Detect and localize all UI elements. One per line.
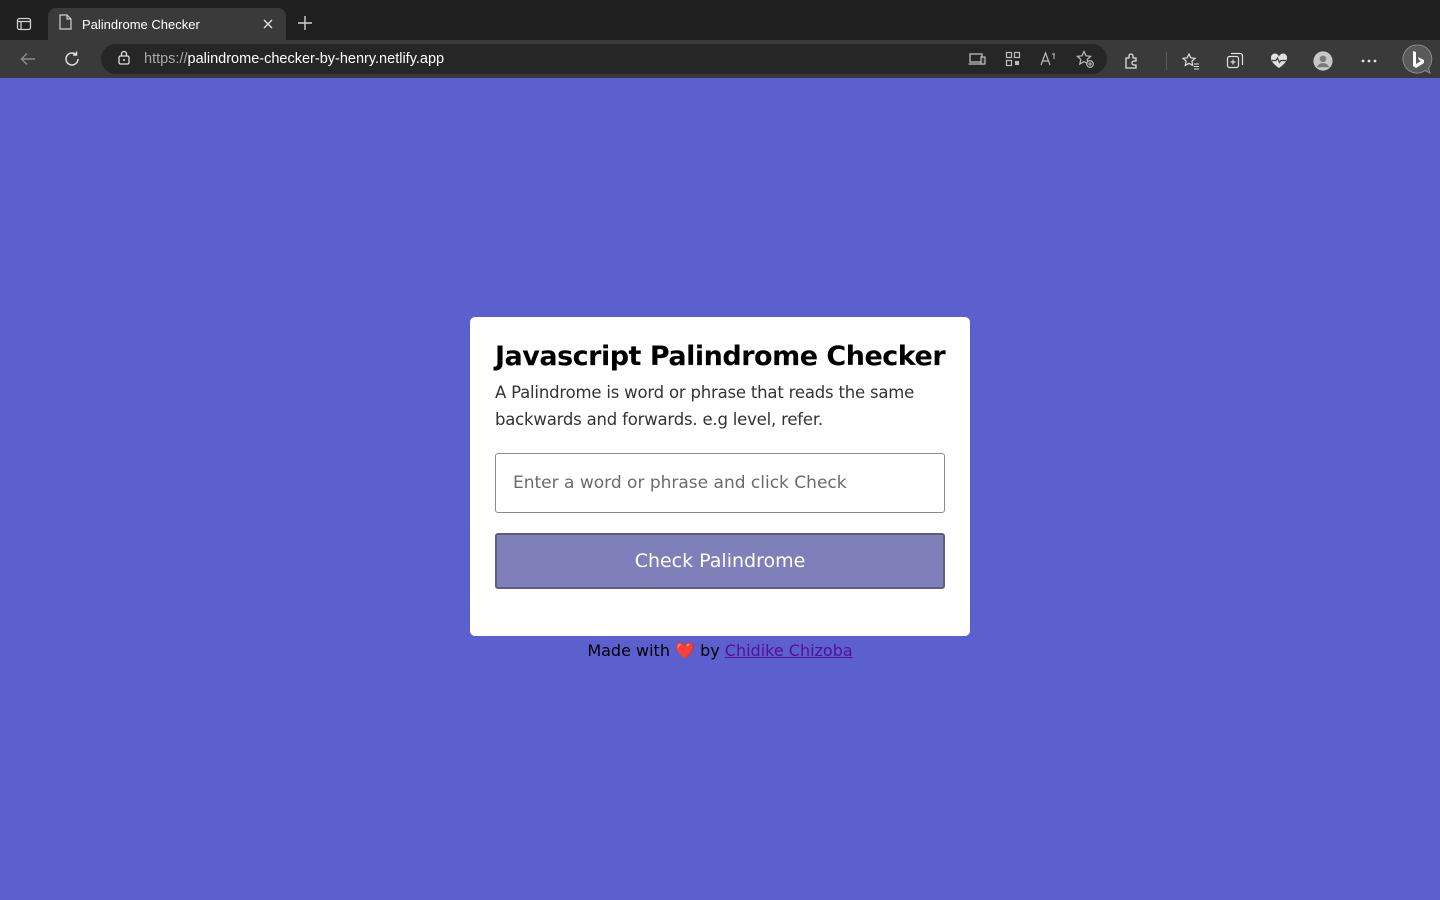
url-host: palindrome-checker-by-henry.netlify.app	[187, 51, 445, 67]
palindrome-card: Javascript Palindrome Checker A Palindro…	[470, 317, 970, 636]
favorites-icon[interactable]	[1181, 51, 1201, 71]
url-text[interactable]: https://palindrome-checker-by-henry.netl…	[144, 51, 444, 67]
tab-actions-icon[interactable]	[12, 12, 36, 36]
address-bar[interactable]: https://palindrome-checker-by-henry.netl…	[101, 44, 1107, 74]
close-icon[interactable]	[260, 16, 276, 32]
profile-avatar-icon[interactable]	[1313, 51, 1333, 71]
collections-icon[interactable]	[1225, 51, 1245, 71]
author-link[interactable]: Chidike Chizoba	[725, 641, 853, 660]
browser-tab-bar: Palindrome Checker	[0, 0, 1440, 40]
toolbar-divider	[1166, 52, 1167, 70]
heart-icon: ❤️	[675, 641, 695, 660]
lock-icon[interactable]	[117, 49, 131, 69]
more-options-icon[interactable]	[1359, 51, 1379, 71]
qr-code-icon[interactable]	[1003, 49, 1023, 69]
footer-by: by	[700, 641, 720, 660]
url-protocol: https://	[144, 51, 188, 67]
bing-chat-icon[interactable]	[1401, 44, 1433, 74]
tab-title: Palindrome Checker	[82, 16, 200, 32]
add-favorite-icon[interactable]	[1075, 49, 1095, 69]
browser-essentials-icon[interactable]	[1269, 51, 1289, 71]
refresh-button[interactable]	[61, 48, 83, 70]
footer: Made with ❤️ by Chidike Chizoba	[0, 638, 1440, 664]
footer-prefix: Made with	[587, 641, 670, 660]
page-description: A Palindrome is word or phrase that read…	[495, 383, 915, 429]
page-icon	[58, 14, 72, 34]
app-available-icon[interactable]	[967, 49, 987, 69]
browser-toolbar: https://palindrome-checker-by-henry.netl…	[0, 40, 1440, 78]
page-title: Javascript Palindrome Checker	[495, 341, 946, 372]
read-aloud-icon[interactable]	[1039, 49, 1059, 69]
browser-tab[interactable]: Palindrome Checker	[48, 8, 286, 40]
extensions-icon[interactable]	[1122, 51, 1142, 71]
word-input[interactable]	[495, 453, 945, 513]
check-palindrome-button[interactable]: Check Palindrome	[495, 533, 945, 589]
new-tab-button[interactable]	[294, 12, 316, 34]
back-button[interactable]	[17, 48, 39, 70]
